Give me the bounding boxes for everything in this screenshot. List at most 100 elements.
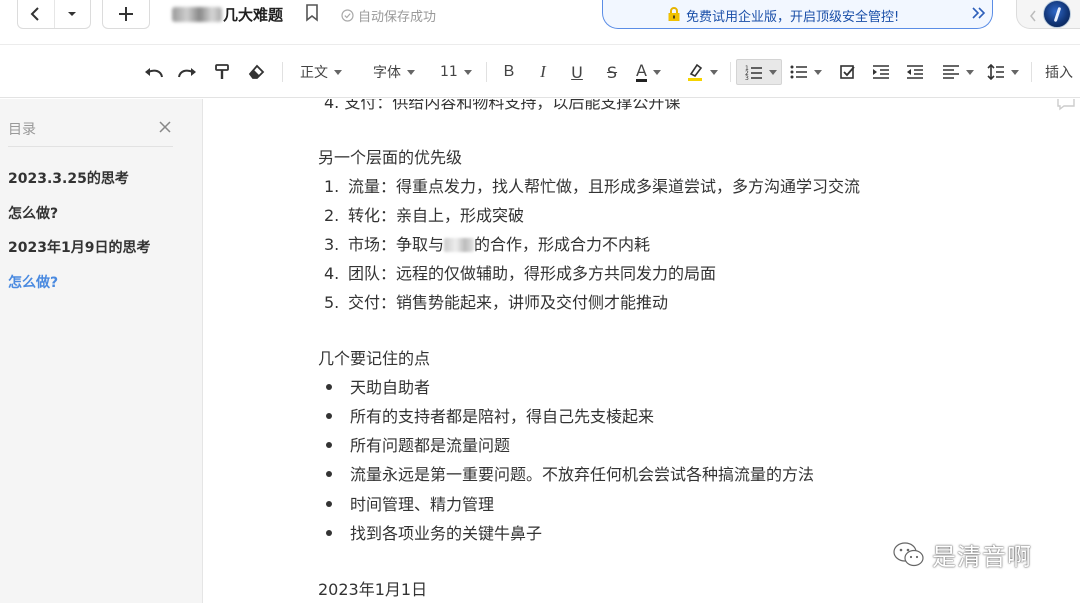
bullet-dot bbox=[326, 530, 332, 536]
bookmark-icon bbox=[306, 4, 318, 22]
toc-close-button[interactable] bbox=[158, 119, 172, 138]
eraser-icon bbox=[248, 64, 265, 79]
italic-button[interactable]: I bbox=[533, 59, 553, 85]
paragraph-style-select[interactable]: 正文 bbox=[300, 59, 356, 85]
undo-button[interactable] bbox=[143, 59, 165, 85]
toolbar-divider bbox=[730, 62, 731, 82]
align-left-icon bbox=[943, 65, 959, 79]
outdent-button[interactable] bbox=[905, 59, 925, 85]
plus-icon bbox=[119, 7, 133, 21]
list-item-text-after: 的合作，形成合力不内耗 bbox=[474, 235, 651, 254]
font-family-select[interactable]: 字体 bbox=[373, 59, 429, 85]
bullet-list-item: 时间管理、精力管理 bbox=[324, 491, 494, 515]
document-title[interactable]: 几大难题 bbox=[172, 4, 283, 25]
highlighter-icon bbox=[688, 63, 703, 81]
bullet-dot bbox=[326, 442, 332, 448]
toolbar-divider bbox=[1031, 62, 1032, 82]
indent-button[interactable] bbox=[871, 59, 891, 85]
list-item-text: 天助自助者 bbox=[350, 378, 431, 397]
toc-header: 目录 bbox=[8, 122, 36, 138]
paragraph-style-label: 正文 bbox=[300, 65, 328, 81]
list-item-text: 交付：销售势能起来，讲师及交付侧才能推动 bbox=[348, 293, 669, 312]
font-family-label: 字体 bbox=[373, 65, 401, 81]
list-item-text: 时间管理、精力管理 bbox=[350, 495, 495, 514]
new-doc-button[interactable] bbox=[103, 0, 149, 28]
underline-label: U bbox=[571, 62, 583, 82]
toc-sidebar: 目录 2023.3.25的思考 怎么做? 2023年1月9日的思考 怎么做? bbox=[0, 99, 203, 603]
insert-label: 插入 bbox=[1045, 65, 1073, 81]
toc-item[interactable]: 怎么做? bbox=[8, 203, 58, 223]
caret-down-icon bbox=[334, 69, 342, 75]
caret-down-icon bbox=[710, 69, 718, 75]
list-item-text: 团队：远程的仅做辅助，得形成多方共同发力的局面 bbox=[348, 264, 717, 283]
back-button[interactable] bbox=[18, 0, 54, 28]
toc-divider bbox=[8, 146, 173, 147]
list-item-text: 找到各项业务的关键牛鼻子 bbox=[350, 524, 543, 543]
ordered-list-item: 3. 市场：争取与 的合作，形成合力不内耗 bbox=[324, 231, 650, 255]
insert-menu-button[interactable]: 插入 bbox=[1045, 59, 1080, 85]
list-number: 4. bbox=[324, 264, 340, 283]
list-item-text: 流量永远是第一重要问题。不放弃任何机会尝试各种搞流量的方法 bbox=[350, 465, 815, 484]
new-doc-group bbox=[102, 0, 150, 29]
line-spacing-button[interactable] bbox=[987, 59, 1021, 85]
font-size-label: 11 bbox=[440, 64, 458, 80]
bold-label: B bbox=[503, 63, 515, 80]
caret-down-icon bbox=[652, 69, 661, 75]
user-avatar[interactable] bbox=[1043, 0, 1071, 28]
double-chevron-right-icon bbox=[971, 4, 987, 26]
align-button[interactable] bbox=[942, 59, 976, 85]
redacted-text bbox=[172, 7, 222, 22]
section-heading: 2023年1月1日 bbox=[318, 580, 428, 599]
document-editor[interactable]: 4. 支付：供给内容和物料支持，以后能支撑公开课 另一个层面的优先级 1. 流量：… bbox=[204, 99, 1080, 603]
ordered-list-item: 1. 流量：得重点发力，找人帮忙做，且形成多渠道尝试，多方沟通学习交流 bbox=[324, 173, 860, 197]
checklist-button[interactable] bbox=[838, 59, 858, 85]
ordered-list-item: 4. 团队：远程的仅做辅助，得形成多方共同发力的局面 bbox=[324, 260, 716, 284]
ordered-list-button[interactable]: 123 bbox=[736, 59, 782, 85]
redacted-text bbox=[444, 238, 475, 252]
enterprise-promo-banner[interactable]: 免费试用企业版，开启顶级安全管控! bbox=[602, 0, 993, 29]
close-icon bbox=[159, 121, 171, 133]
list-item-text: 转化：亲自上，形成突破 bbox=[348, 206, 525, 225]
list-item-text: 所有的支持者都是陪衬，得自己先支棱起来 bbox=[350, 407, 655, 426]
list-number: 2. bbox=[324, 206, 340, 225]
bullet-list-item: 所有的支持者都是陪衬，得自己先支棱起来 bbox=[324, 403, 654, 427]
highlight-color-button[interactable] bbox=[686, 59, 722, 85]
underline-button[interactable]: U bbox=[567, 59, 587, 85]
bullet-list-button[interactable] bbox=[790, 59, 828, 85]
toc-item[interactable]: 2023年1月9日的思考 bbox=[8, 237, 150, 257]
nav-back-group bbox=[17, 0, 91, 29]
bullet-dot bbox=[326, 413, 332, 419]
format-painter-button[interactable] bbox=[212, 59, 232, 85]
caret-down-icon bbox=[407, 69, 415, 75]
list-item-text-before: 市场：争取与 bbox=[348, 235, 445, 254]
font-color-button[interactable]: A bbox=[636, 59, 676, 85]
bookmark-button[interactable] bbox=[305, 4, 319, 26]
clear-format-button[interactable] bbox=[245, 59, 267, 85]
list-item-text: 流量：得重点发力，找人帮忙做，且形成多渠道尝试，多方沟通学习交流 bbox=[348, 177, 861, 196]
indent-icon bbox=[873, 65, 889, 79]
document-title-text: 几大难题 bbox=[223, 6, 284, 24]
toc-item[interactable]: 2023.3.25的思考 bbox=[8, 168, 129, 188]
comment-icon[interactable] bbox=[1056, 99, 1076, 115]
autosave-status: 自动保存成功 bbox=[341, 6, 436, 25]
list-item-partial: 4. 支付：供给内容和物料支持，以后能支撑公开课 bbox=[324, 99, 681, 112]
bullet-list-item: 所有问题都是流量问题 bbox=[324, 432, 510, 456]
redo-button[interactable] bbox=[176, 59, 198, 85]
toc-item-active[interactable]: 怎么做? bbox=[8, 272, 58, 292]
strikethrough-button[interactable]: S bbox=[602, 59, 622, 85]
lock-icon bbox=[667, 6, 681, 26]
chevron-left-icon bbox=[30, 7, 39, 21]
svg-text:3: 3 bbox=[745, 75, 749, 80]
bullet-list-icon bbox=[790, 65, 807, 79]
bold-button[interactable]: B bbox=[499, 59, 519, 85]
bullet-list-item: 流量永远是第一重要问题。不放弃任何机会尝试各种搞流量的方法 bbox=[324, 461, 814, 485]
format-painter-icon bbox=[215, 64, 229, 79]
caret-down-icon bbox=[966, 69, 974, 75]
italic-label: I bbox=[540, 62, 546, 81]
undo-icon bbox=[145, 68, 163, 78]
wechat-icon bbox=[893, 541, 924, 566]
checkbox-icon bbox=[840, 65, 855, 79]
font-size-select[interactable]: 11 bbox=[440, 59, 474, 85]
history-dropdown-button[interactable] bbox=[53, 0, 90, 28]
bullet-list-item: 天助自助者 bbox=[324, 374, 430, 398]
